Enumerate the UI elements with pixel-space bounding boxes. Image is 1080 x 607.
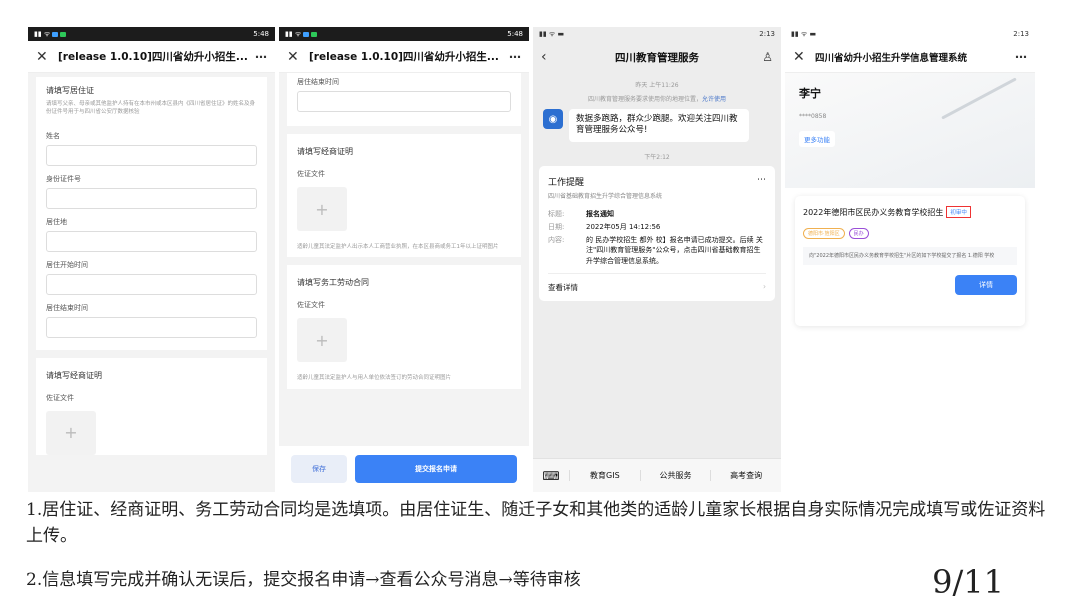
residence-address-input[interactable]	[46, 230, 257, 252]
status-icons: ▮▮ ᯤ	[285, 30, 318, 39]
upload-plus-icon[interactable]: +	[297, 187, 347, 231]
timestamp: 昨天 上午11:26	[635, 82, 679, 89]
field-label-end: 居住结束时间	[297, 78, 339, 86]
status-bar: ▮▮ ᯤ 5:48	[28, 27, 275, 41]
phone-screen-proof-form: ▮▮ ᯤ 5:48 ✕ [release 1.0.10]四川省幼升小招生... …	[279, 27, 529, 492]
phone-screen-residence-form: ▮▮ ᯤ 5:48 ✕ [release 1.0.10]四川省幼升小招生... …	[28, 27, 275, 492]
section-title: 请填写经商证明	[46, 370, 102, 380]
card-title: 工作提醒	[548, 177, 585, 188]
row-content: 内容: 的 民办学校招生 都外 校】报名申请已成功提交。后续 关注"四川教育管理服…	[548, 235, 763, 266]
residence-end-input[interactable]	[46, 316, 257, 338]
upload-plus-icon[interactable]: +	[297, 318, 347, 363]
account-avatar-icon[interactable]: ◉	[543, 109, 563, 129]
more-functions-button[interactable]: 更多功能	[799, 131, 835, 147]
more-icon[interactable]: ⋯	[1009, 50, 1027, 64]
status-time: 2:13	[1013, 30, 1029, 38]
caption-line-2: 2.信息填写完成并确认无误后，提交报名申请→查看公众号消息→等待审核	[26, 570, 581, 590]
submit-application-button[interactable]: 提交报名申请	[355, 455, 517, 483]
close-icon[interactable]: ✕	[287, 49, 305, 65]
allow-location-link[interactable]: 允许使用	[702, 96, 726, 103]
back-icon[interactable]: ‹	[541, 49, 559, 65]
tag-type: 民办	[848, 228, 869, 239]
menu-item-public-service[interactable]: 公共服务	[639, 470, 711, 481]
action-bar: 保存 提交报名申请	[279, 446, 529, 492]
id-number-input[interactable]	[46, 187, 257, 209]
more-icon[interactable]: ⋯	[503, 50, 521, 64]
enrollment-card[interactable]: 2022年德阳市区民办义务教育学校招生 初审中 德阳市·旌阳区 民办 向"202…	[795, 196, 1025, 326]
labor-card: 请填写务工劳动合同 佐证文件 + 适龄儿童其法定监护人与用人单位依法签订的劳动合…	[287, 265, 521, 389]
menu-bar: ⌨ 教育GIS 公共服务 高考查询	[533, 458, 781, 492]
section-title: 请填写居住证	[46, 86, 94, 95]
status-badge: 初审中	[946, 206, 971, 218]
status-time: 5:48	[507, 30, 523, 38]
upload-plus-icon[interactable]: +	[46, 410, 96, 455]
notification-card[interactable]: 工作提醒 ⋯ 四川省基础教育招生升学综合管理信息系统 标题: 报名通知 日期: 20…	[539, 165, 775, 302]
caption-line-1: 1.居住证、经商证明、务工劳动合同均是选填项。由居住证生、随迁子女和其他类的适龄…	[26, 500, 1046, 547]
phone-screen-official-account: ▮▮ ᯤ ▬ 2:13 ‹ 四川教育管理服务 ♙ 昨天 上午11:26 四川教育…	[533, 27, 781, 492]
upload-label: 佐证文件	[297, 301, 325, 310]
status-time: 2:13	[759, 30, 775, 38]
status-icons: ▮▮ ᯤ ▬	[791, 29, 817, 38]
tag-district: 德阳市·旌阳区	[803, 228, 845, 239]
close-icon[interactable]: ✕	[793, 49, 811, 65]
location-note: 四川教育管理服务要求使用你的地理位置，允许使用	[587, 96, 727, 103]
view-detail-link[interactable]: 查看详情 ›	[548, 273, 766, 301]
more-icon[interactable]: ⋯	[249, 50, 267, 64]
business-card: 请填写经商证明 佐证文件 +	[36, 357, 267, 455]
card-subtitle: 四川省基础教育招生升学综合管理信息系统	[548, 192, 663, 200]
residence-end-card: 居住结束时间	[287, 73, 521, 126]
timestamp: 下午2:12	[644, 153, 670, 161]
keyboard-icon[interactable]: ⌨	[533, 469, 569, 483]
save-button[interactable]: 保存	[291, 455, 347, 483]
user-phone: ****0858	[799, 113, 827, 120]
menu-item-gis[interactable]: 教育GIS	[569, 470, 640, 481]
detail-button[interactable]: 详情	[955, 275, 1017, 295]
residence-card: 请填写居住证 请填写父亲、母亲或其他监护人持有在本市州或本区县内《四川省居住证》…	[36, 77, 267, 350]
upload-label: 佐证文件	[46, 393, 74, 402]
upload-hint: 适龄儿童其法定监护人出示本人工商营业执照，在本区县商或务工1年以上证明图片	[297, 244, 499, 250]
menu-item-gaokao[interactable]: 高考查询	[710, 470, 781, 481]
card-title: 2022年德阳市区民办义务教育学校招生	[803, 207, 944, 217]
section-title: 请填写经商证明	[297, 147, 353, 156]
profile-icon[interactable]: ♙	[755, 50, 773, 64]
upload-label: 佐证文件	[297, 170, 325, 178]
field-label-end: 居住结束时间	[46, 303, 88, 312]
page-number: 9/11	[932, 563, 1004, 601]
section-hint: 请填写父亲、母亲或其他监护人持有在本市州或本区县内《四川省居住证》的姓名及身份证…	[46, 101, 256, 116]
residence-start-input[interactable]	[46, 273, 257, 295]
status-icons: ▮▮ ᯤ ▬	[539, 29, 565, 38]
nav-bar: ✕ [release 1.0.10]四川省幼升小招生... ⋯	[28, 41, 275, 73]
nav-title: 四川教育管理服务	[615, 51, 699, 64]
nav-title: 四川省幼升小招生升学信息管理系统	[815, 52, 968, 64]
status-bar: ▮▮ ᯤ 5:48	[279, 27, 529, 41]
user-banner: 李宁 ****0858 更多功能	[785, 73, 1035, 188]
nav-title: [release 1.0.10]四川省幼升小招生...	[58, 51, 248, 63]
status-bar: ▮▮ ᯤ ▬ 2:13	[785, 27, 1035, 41]
field-label-name: 姓名	[46, 131, 60, 140]
message-row: ◉ 数据多跑路，群众少跑腿。欢迎关注四川教育管理服务公众号!	[533, 109, 781, 142]
status-icons: ▮▮ ᯤ	[34, 30, 67, 39]
field-label-address: 居住地	[46, 217, 67, 226]
more-icon[interactable]: ⋯	[757, 175, 766, 188]
business-card: 请填写经商证明 佐证文件 + 适龄儿童其法定监护人出示本人工商营业执照，在本区县…	[287, 134, 521, 258]
nav-title: [release 1.0.10]四川省幼升小招生...	[309, 51, 499, 63]
close-icon[interactable]: ✕	[36, 49, 54, 65]
status-time: 5:48	[253, 30, 269, 38]
name-input[interactable]	[46, 144, 257, 166]
phone-screen-enrollment-system: ▮▮ ᯤ ▬ 2:13 ✕ 四川省幼升小招生升学信息管理系统 ⋯ 李宁 ****…	[785, 27, 1035, 492]
field-label-start: 居住开始时间	[46, 260, 88, 269]
welcome-message: 数据多跑路，群众少跑腿。欢迎关注四川教育管理服务公众号!	[569, 109, 749, 142]
status-bar: ▮▮ ᯤ ▬ 2:13	[533, 27, 781, 41]
nav-bar: ✕ [release 1.0.10]四川省幼升小招生... ⋯	[279, 41, 529, 73]
row-title: 标题: 报名通知	[548, 209, 614, 218]
nav-bar: ✕ 四川省幼升小招生升学信息管理系统 ⋯	[785, 41, 1035, 73]
chevron-right-icon: ›	[763, 282, 766, 292]
row-date: 日期: 2022年05月 14:12:56	[548, 222, 661, 231]
section-title: 请填写务工劳动合同	[297, 278, 369, 288]
upload-hint: 适龄儿童其法定监护人与用人单位依法签订的劳动合同证明图片	[297, 375, 452, 382]
nav-bar: ‹ 四川教育管理服务 ♙	[533, 41, 781, 73]
field-label-id: 身份证件号	[46, 174, 81, 183]
card-note: 向"2022年德阳市区民办义务教育学校招生"片区的如下学校提交了报名 1.德阳 …	[803, 247, 1017, 265]
residence-end-input[interactable]	[297, 91, 511, 112]
